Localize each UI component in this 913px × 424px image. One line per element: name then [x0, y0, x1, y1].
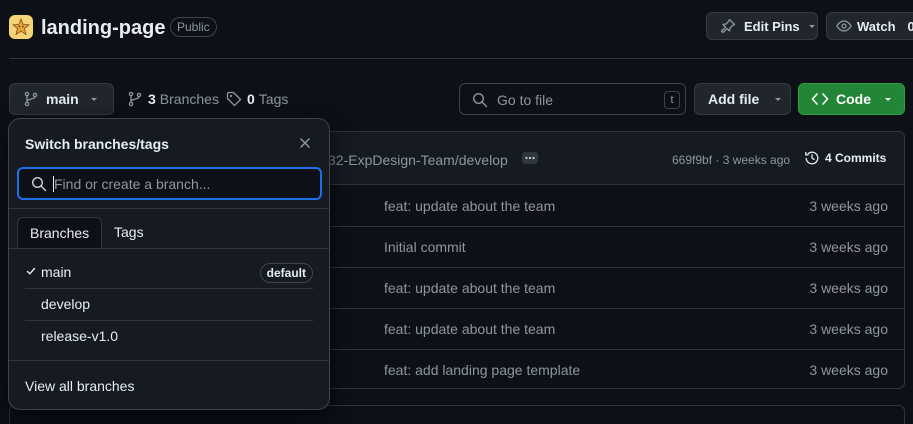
go-to-file-placeholder: Go to file	[497, 92, 554, 108]
commit-message[interactable]: feat: add landing page template	[384, 362, 580, 378]
footer-divider	[9, 360, 329, 361]
tag-icon	[226, 91, 242, 107]
star-face-icon	[12, 18, 30, 36]
edit-pins-label: Edit Pins	[744, 18, 800, 34]
tabs-divider	[9, 248, 329, 249]
code-button[interactable]: Code	[798, 83, 905, 115]
git-branch-icon	[127, 91, 143, 107]
tags-label: Tags	[258, 91, 289, 107]
view-all-branches-link[interactable]: View all branches	[25, 378, 134, 394]
branches-label: Branches	[159, 91, 219, 107]
branch-search-input[interactable]: Find or create a branch...	[17, 167, 322, 200]
branches-count: 3	[148, 91, 156, 107]
commit-sha-time[interactable]: 669f9bf · 3 weeks ago	[672, 153, 790, 167]
repo-name[interactable]: landing-page	[41, 15, 165, 41]
branch-item-release[interactable]: release-v1.0	[9, 321, 329, 353]
chevron-down-icon	[89, 94, 99, 104]
branch-switcher-dropdown: Switch branches/tags Find or create a br…	[8, 118, 330, 410]
commit-age: 3 weeks ago	[809, 362, 888, 378]
commits-count: 4 Commits	[825, 151, 887, 165]
search-icon	[31, 176, 47, 192]
chevron-down-icon	[807, 21, 817, 31]
commit-age: 3 weeks ago	[809, 198, 888, 214]
chevron-down-icon	[773, 94, 783, 104]
tab-tags[interactable]: Tags	[102, 217, 156, 249]
check-icon	[26, 266, 36, 276]
chevron-down-icon	[883, 94, 893, 104]
code-brackets-icon	[811, 91, 829, 107]
dropdown-title: Switch branches/tags	[25, 136, 169, 152]
add-file-label: Add file	[708, 91, 760, 107]
tab-branches[interactable]: Branches	[17, 217, 103, 249]
branch-search-placeholder: Find or create a branch...	[54, 176, 211, 192]
code-label: Code	[836, 91, 871, 107]
commit-age: 3 weeks ago	[809, 321, 888, 337]
branch-item-main[interactable]: main default	[9, 257, 329, 289]
repo-avatar	[9, 15, 33, 39]
visibility-badge: Public	[170, 17, 217, 37]
current-branch-label: main	[46, 91, 79, 107]
tags-link[interactable]: 0 Tags	[226, 91, 288, 107]
commit-age: 3 weeks ago	[809, 280, 888, 296]
divider	[9, 208, 329, 209]
tags-count: 0	[247, 91, 255, 107]
shortcut-key: t	[664, 91, 680, 109]
header-divider	[9, 58, 913, 59]
go-to-file-input[interactable]: Go to file t	[459, 83, 686, 115]
branch-name: develop	[41, 296, 91, 312]
eye-icon	[836, 18, 852, 34]
commit-message[interactable]: feat: update about the team	[384, 321, 555, 337]
commit-message[interactable]: Initial commit	[384, 239, 466, 255]
commit-age: 3 weeks ago	[809, 239, 888, 255]
branch-item-develop[interactable]: develop	[9, 289, 329, 321]
default-badge: default	[259, 263, 313, 283]
ellipsis-icon[interactable]	[522, 152, 538, 164]
commit-ref-link[interactable]: 32-ExpDesign-Team/develop	[328, 152, 508, 168]
branch-name: main	[41, 264, 72, 280]
add-file-button[interactable]: Add file	[694, 83, 791, 115]
close-icon[interactable]	[298, 136, 312, 150]
history-icon	[804, 150, 820, 166]
branches-link[interactable]: 3 Branches	[127, 91, 219, 107]
commits-link[interactable]: 4 Commits	[804, 150, 886, 166]
edit-pins-button[interactable]: Edit Pins	[706, 12, 818, 40]
pin-icon	[720, 18, 736, 34]
commit-message[interactable]: feat: update about the team	[384, 198, 555, 214]
search-icon	[472, 92, 488, 108]
watch-count: 0	[907, 18, 913, 34]
git-branch-icon	[23, 91, 39, 107]
watch-label: Watch	[857, 18, 896, 34]
branch-name: release-v1.0	[41, 328, 119, 344]
commit-message[interactable]: feat: update about the team	[384, 280, 555, 296]
branch-selector-button[interactable]: main	[9, 83, 114, 115]
watch-button[interactable]: Watch 0	[826, 12, 913, 40]
